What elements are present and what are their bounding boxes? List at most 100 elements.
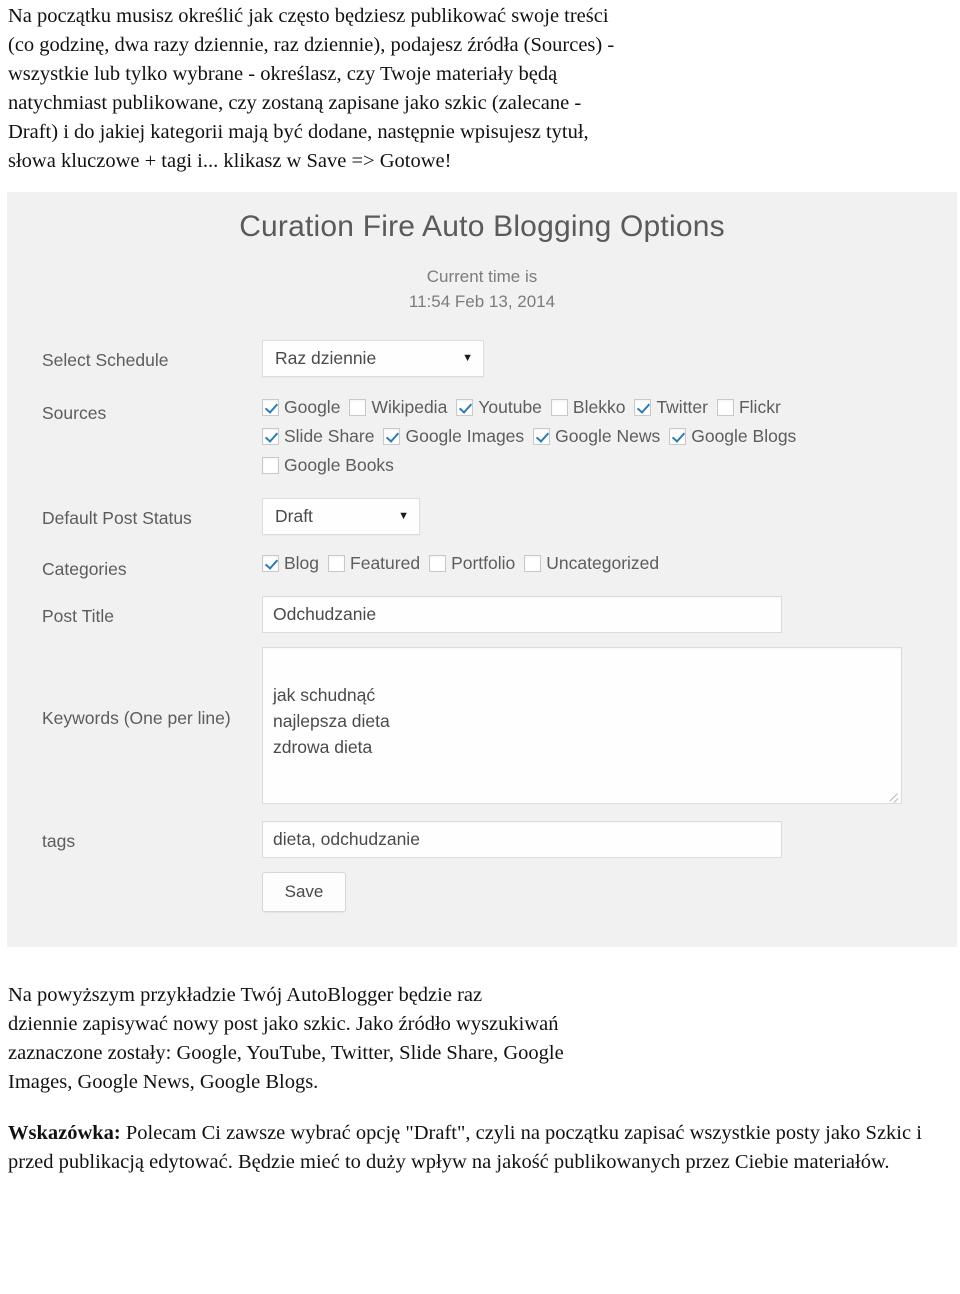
- outro-line: Na powyższym przykładzie Twój AutoBlogge…: [8, 984, 483, 1006]
- keywords-value: jak schudnąć najlepsza dieta zdrowa diet…: [273, 685, 390, 757]
- checkbox-item[interactable]: Google Books: [262, 455, 403, 475]
- checkbox-item[interactable]: Uncategorized: [524, 553, 668, 573]
- embedded-screenshot-panel: Curation Fire Auto Blogging Options Curr…: [7, 192, 957, 947]
- checkbox-item[interactable]: Youtube: [456, 397, 551, 417]
- label-keywords: Keywords (One per line): [42, 708, 231, 728]
- intro-paragraph: Na początku musisz określić jak często b…: [0, 0, 960, 176]
- sources-checkbox-group: Google Wikipedia Youtube Blekko Twitter Flick…: [262, 393, 890, 480]
- label-post-title: Post Title: [42, 606, 114, 626]
- intro-line: wszystkie lub tylko wybrane - określasz,…: [8, 63, 558, 85]
- checkbox-label: Slide Share: [284, 426, 375, 446]
- resize-handle-icon[interactable]: [888, 791, 898, 801]
- intro-line: Na początku musisz określić jak często b…: [8, 5, 609, 27]
- current-time-block: Current time is 11:54 Feb 13, 2014: [7, 244, 957, 314]
- label-sources: Sources: [42, 403, 107, 423]
- checkbox-unchecked-icon[interactable]: [716, 399, 734, 416]
- schedule-select[interactable]: Raz dziennie ▼: [262, 340, 484, 377]
- row-post-title: Post Title Odchudzanie: [42, 596, 957, 633]
- checkbox-unchecked-icon[interactable]: [550, 399, 568, 416]
- checkbox-label: Google Blogs: [691, 426, 797, 446]
- checkbox-unchecked-icon[interactable]: [349, 399, 367, 416]
- checkbox-label: Google: [284, 397, 341, 417]
- checkbox-item[interactable]: Portfolio: [429, 553, 524, 573]
- outro-line: zaznaczone zostały: Google, YouTube, Twi…: [8, 1042, 564, 1064]
- post-title-input[interactable]: Odchudzanie: [262, 596, 782, 633]
- checkbox-unchecked-icon[interactable]: [429, 555, 447, 572]
- tip-lead: Wskazówka:: [8, 1122, 121, 1144]
- checkbox-item[interactable]: Slide Share: [262, 426, 383, 446]
- checkbox-item[interactable]: Twitter: [634, 397, 717, 417]
- post-status-select[interactable]: Draft ▼: [262, 498, 420, 535]
- checkbox-checked-icon[interactable]: [533, 428, 551, 445]
- checkbox-checked-icon[interactable]: [456, 399, 474, 416]
- checkbox-label: Google Books: [284, 455, 394, 475]
- checkbox-item[interactable]: Google: [262, 397, 349, 417]
- schedule-select-value: Raz dziennie: [275, 348, 377, 368]
- tags-value: dieta, odchudzanie: [273, 829, 420, 849]
- label-tags: tags: [42, 831, 76, 851]
- checkbox-label: Google Images: [405, 426, 525, 446]
- checkbox-label: Blog: [284, 553, 320, 573]
- checkbox-checked-icon[interactable]: [634, 399, 652, 416]
- label-default-post-status: Default Post Status: [42, 508, 192, 528]
- row-save: Save: [42, 872, 957, 912]
- current-time-value: 11:54 Feb 13, 2014: [408, 292, 556, 311]
- checkbox-item[interactable]: Google News: [533, 426, 669, 446]
- checkbox-label: Google News: [555, 426, 661, 446]
- outro-line: Images, Google News, Google Blogs.: [8, 1071, 319, 1093]
- tip-text: Wskazówka: Polecam Ci zawsze wybrać opcj…: [8, 1119, 950, 1177]
- row-select-schedule: Select Schedule Raz dziennie ▼: [42, 340, 957, 377]
- checkbox-item[interactable]: Blekko: [550, 397, 635, 417]
- page-title: Curation Fire Auto Blogging Options: [239, 210, 725, 243]
- options-form: Select Schedule Raz dziennie ▼ Sources G…: [7, 340, 957, 912]
- post-status-select-value: Draft: [275, 506, 313, 526]
- row-keywords: Keywords (One per line) jak schudnąć naj…: [42, 647, 957, 804]
- chevron-down-icon: ▼: [398, 510, 409, 522]
- label-select-schedule: Select Schedule: [42, 350, 169, 370]
- checkbox-unchecked-icon[interactable]: [328, 555, 346, 572]
- checkbox-item[interactable]: Flickr: [716, 397, 790, 417]
- intro-line: słowa kluczowe + tagi i... klikasz w Sav…: [8, 150, 452, 172]
- checkbox-label: Wikipedia: [371, 397, 448, 417]
- checkbox-item[interactable]: Blog: [262, 553, 328, 573]
- outro-tip-paragraph: Wskazówka: Polecam Ci zawsze wybrać opcj…: [0, 1119, 960, 1177]
- tip-rest: Polecam Ci zawsze wybrać opcję "Draft", …: [8, 1122, 922, 1173]
- checkbox-label: Portfolio: [451, 553, 516, 573]
- current-time-label: Current time is: [426, 267, 538, 286]
- keywords-textarea[interactable]: jak schudnąć najlepsza dieta zdrowa diet…: [262, 647, 902, 804]
- checkbox-checked-icon[interactable]: [262, 399, 279, 416]
- chevron-down-icon: ▼: [462, 352, 473, 364]
- tags-input[interactable]: dieta, odchudzanie: [262, 821, 782, 858]
- save-button[interactable]: Save: [262, 872, 346, 912]
- checkbox-label: Flickr: [738, 397, 781, 417]
- checkbox-item[interactable]: Wikipedia: [349, 397, 456, 417]
- row-categories: Categories Blog Featured Portfolio Uncatego…: [42, 549, 957, 582]
- checkbox-label: Youtube: [478, 397, 542, 417]
- row-tags: tags dieta, odchudzanie: [42, 821, 957, 858]
- checkbox-checked-icon[interactable]: [262, 428, 279, 445]
- checkbox-checked-icon[interactable]: [383, 428, 401, 445]
- label-save-spacer: [42, 872, 262, 879]
- outro-line: dziennie zapisywać nowy post jako szkic.…: [8, 1013, 559, 1035]
- checkbox-label: Uncategorized: [546, 553, 660, 573]
- checkbox-checked-icon[interactable]: [669, 428, 687, 445]
- row-default-post-status: Default Post Status Draft ▼: [42, 498, 957, 535]
- categories-checkbox-group: Blog Featured Portfolio Uncategorized: [262, 549, 902, 578]
- checkbox-checked-icon[interactable]: [262, 555, 279, 572]
- label-categories: Categories: [42, 559, 127, 579]
- checkbox-item[interactable]: Featured: [328, 553, 429, 573]
- post-title-value: Odchudzanie: [273, 604, 377, 624]
- intro-line: natychmiast publikowane, czy zostaną zap…: [8, 92, 582, 114]
- checkbox-item[interactable]: Google Blogs: [669, 426, 805, 446]
- intro-line: (co godzinę, dwa razy dziennie, raz dzie…: [8, 34, 615, 56]
- row-sources: Sources Google Wikipedia Youtube Blekko Twit…: [42, 393, 957, 480]
- checkbox-unchecked-icon[interactable]: [262, 457, 279, 474]
- intro-line: Draft) i do jakiej kategorii mają być do…: [8, 121, 589, 143]
- checkbox-label: Blekko: [572, 397, 626, 417]
- outro-paragraph-1: Na powyższym przykładzie Twój AutoBlogge…: [0, 981, 960, 1097]
- checkbox-label: Featured: [350, 553, 421, 573]
- checkbox-label: Twitter: [656, 397, 708, 417]
- checkbox-item[interactable]: Google Images: [383, 426, 533, 446]
- checkbox-unchecked-icon[interactable]: [524, 555, 542, 572]
